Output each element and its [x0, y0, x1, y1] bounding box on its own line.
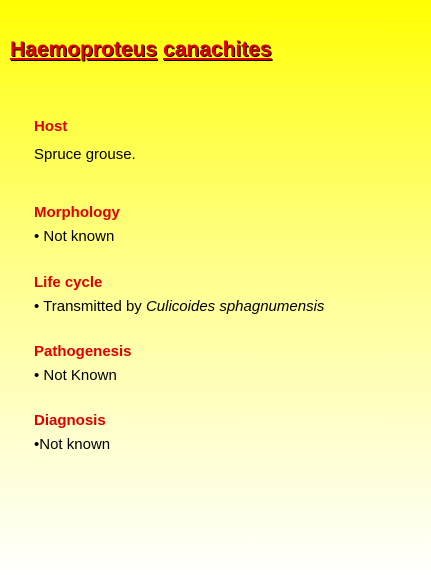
morphology-heading: Morphology	[34, 204, 120, 221]
title-genus: Haemoproteus	[10, 38, 158, 61]
diagnosis-text: •Not known	[34, 436, 111, 453]
life-cycle-heading: Life cycle	[34, 274, 103, 291]
pathogenesis-heading: Pathogenesis	[34, 343, 132, 360]
diagnosis-heading: Diagnosis	[34, 412, 106, 429]
page-title: Haemoproteus canachites	[10, 38, 272, 62]
life-cycle-text: • Transmitted by Culicoides sphagnumensi…	[34, 298, 324, 316]
section-host: Host Spruce grouse.	[34, 118, 136, 164]
section-morphology: Morphology • Not known	[34, 204, 120, 246]
section-pathogenesis: Pathogenesis • Not Known	[34, 343, 132, 385]
title-species: canachites	[163, 38, 272, 61]
host-text: Spruce grouse.	[34, 146, 136, 163]
morphology-text: • Not known	[34, 228, 115, 245]
life-cycle-vector: Culicoides sphagnumensis	[145, 298, 325, 315]
life-cycle-text-prefix: • Transmitted by	[34, 298, 146, 315]
host-heading: Host	[34, 118, 68, 135]
section-life-cycle: Life cycle • Transmitted by Culicoides s…	[34, 274, 324, 316]
section-diagnosis: Diagnosis •Not known	[34, 412, 110, 454]
pathogenesis-text: • Not Known	[34, 367, 117, 384]
